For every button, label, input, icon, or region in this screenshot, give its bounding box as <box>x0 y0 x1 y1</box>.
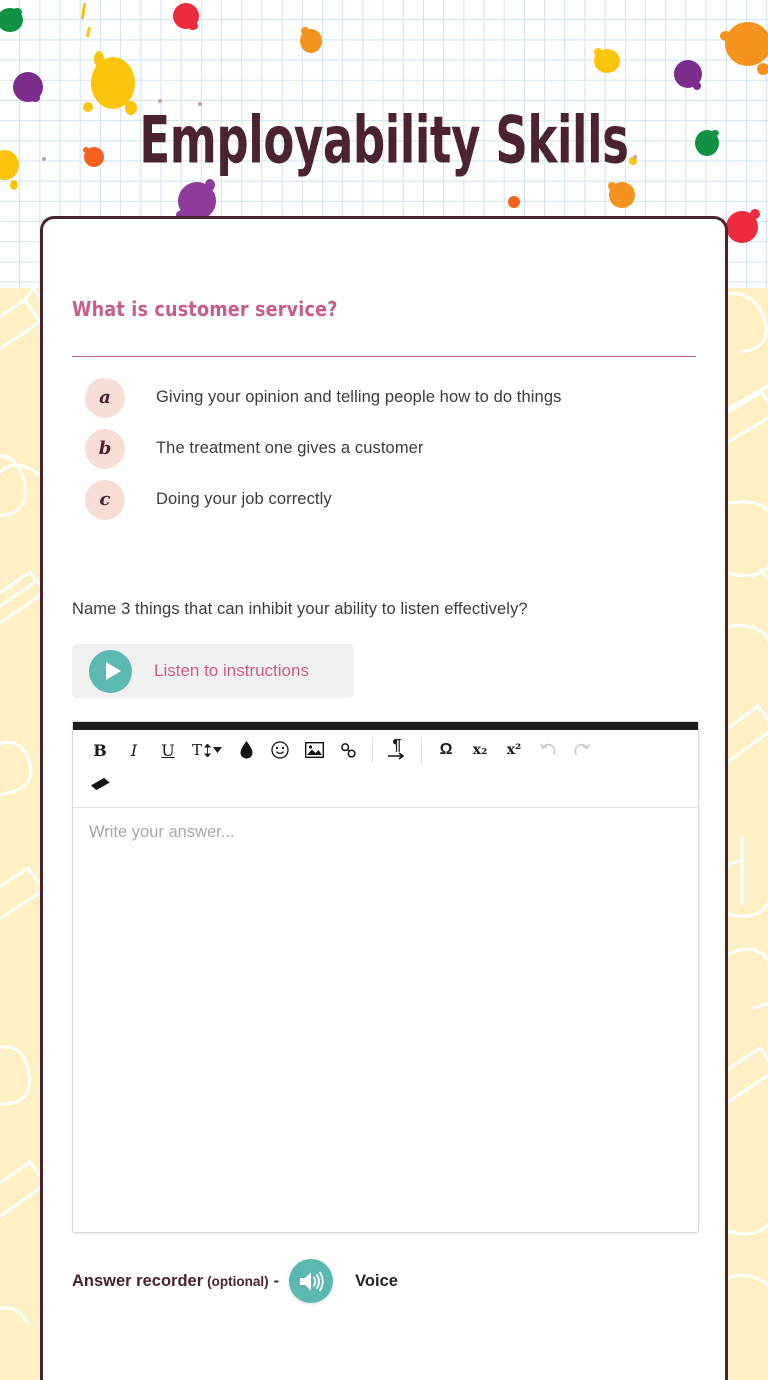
editor-top-bar <box>73 722 698 730</box>
option-row-a[interactable]: a Giving your opinion and telling people… <box>72 372 696 423</box>
option-letter-bubble-b[interactable]: b <box>85 428 125 469</box>
emoji-icon[interactable] <box>263 733 297 767</box>
text-color-icon[interactable] <box>229 733 263 767</box>
smiley-face-icon <box>271 741 289 759</box>
question1-divider <box>72 356 696 357</box>
speaker-waves-icon <box>299 1271 324 1291</box>
redo-icon[interactable] <box>565 733 599 767</box>
chevron-down-icon <box>213 747 222 753</box>
bold-button[interactable]: B <box>83 733 117 767</box>
picture-icon <box>304 742 324 758</box>
special-character-icon[interactable]: Ω <box>429 733 463 767</box>
underline-button[interactable]: U <box>151 733 185 767</box>
answer-editor: B I U T ¶ Ω x₂ x² Write your answer... <box>72 721 699 1233</box>
insert-link-icon[interactable] <box>331 733 365 767</box>
undo-arrow-icon <box>539 743 556 756</box>
option-label-b: The treatment one gives a customer <box>156 439 424 457</box>
question1-prompt: What is customer service? <box>72 297 338 321</box>
toolbar-separator-1 <box>372 737 373 763</box>
undo-icon[interactable] <box>531 733 565 767</box>
voice-label: Voice <box>355 1271 398 1290</box>
answer-recorder-optional: (optional) <box>207 1273 269 1289</box>
eraser-icon <box>90 777 110 791</box>
clear-formatting-icon[interactable] <box>83 767 117 801</box>
answer-placeholder: Write your answer... <box>89 823 235 841</box>
answer-textarea[interactable]: Write your answer... <box>73 808 698 1232</box>
font-size-glyph: T <box>191 741 202 759</box>
speaker-icon[interactable] <box>289 1259 334 1303</box>
text-direction-icon[interactable]: ¶ <box>380 733 414 767</box>
redo-arrow-icon <box>574 743 591 756</box>
toolbar-separator-2 <box>421 737 422 763</box>
play-icon[interactable] <box>89 649 132 693</box>
answer-recorder-dash: - <box>273 1271 280 1290</box>
option-label-c: Doing your job correctly <box>156 490 332 508</box>
droplet-icon <box>240 741 252 759</box>
arrows-vertical-icon <box>204 743 211 757</box>
question2-prompt: Name 3 things that can inhibit your abil… <box>72 600 528 618</box>
pilcrow-glyph: ¶ <box>392 737 402 754</box>
option-letter-bubble-c[interactable]: c <box>85 479 125 520</box>
arrow-right-icon <box>388 752 405 760</box>
answer-recorder: Answer recorder (optional) - Voice <box>72 1259 696 1303</box>
option-letter-bubble-a[interactable]: a <box>85 377 125 418</box>
play-triangle-icon <box>105 662 121 680</box>
option-row-c[interactable]: c Doing your job correctly <box>72 474 696 525</box>
font-size-icon[interactable]: T <box>185 733 229 767</box>
page-title: Employability Skills <box>139 102 629 178</box>
option-label-a: Giving your opinion and telling people h… <box>156 388 562 406</box>
editor-toolbar: B I U T ¶ Ω x₂ x² <box>73 730 698 808</box>
listen-to-instructions-button[interactable]: Listen to instructions <box>72 644 354 698</box>
insert-image-icon[interactable] <box>297 733 331 767</box>
listen-button-label: Listen to instructions <box>154 661 309 680</box>
italic-button[interactable]: I <box>117 733 151 767</box>
option-row-b[interactable]: b The treatment one gives a customer <box>72 423 696 474</box>
subscript-icon[interactable]: x₂ <box>463 733 497 767</box>
question1-options: a Giving your opinion and telling people… <box>72 372 696 525</box>
worksheet-card: What is customer service? a Giving your … <box>40 216 728 1380</box>
superscript-icon[interactable]: x² <box>497 733 531 767</box>
chain-link-icon <box>340 742 356 758</box>
answer-recorder-label: Answer recorder <box>72 1271 204 1290</box>
